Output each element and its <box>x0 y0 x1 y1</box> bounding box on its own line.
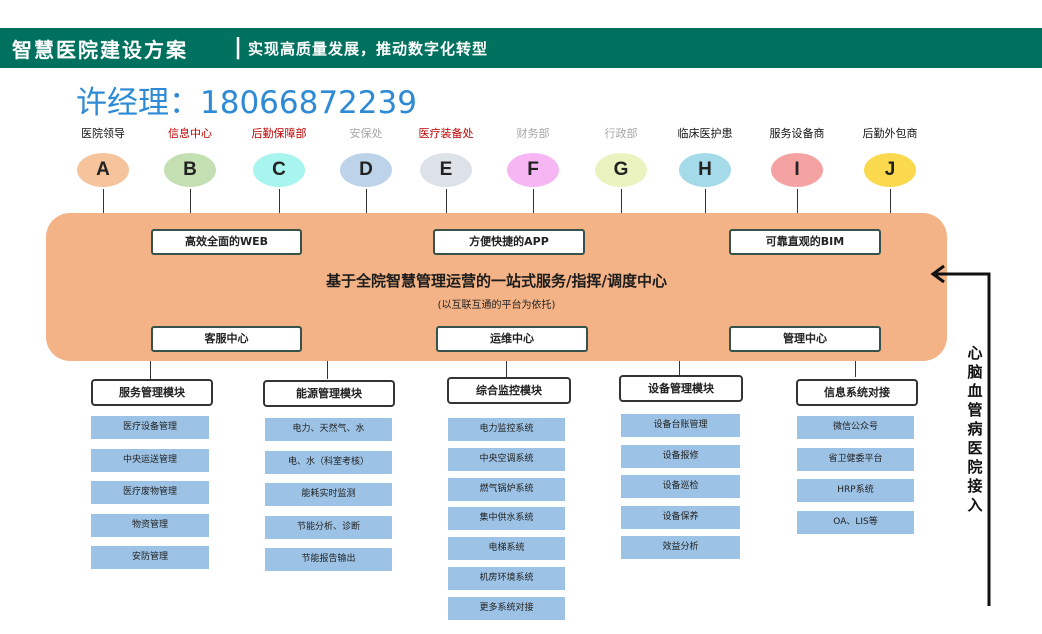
department-connector <box>190 189 191 213</box>
module-item: 物资管理 <box>91 514 209 537</box>
department-connector <box>103 189 104 213</box>
module-item: 设备保养 <box>621 506 740 529</box>
department-badge: I <box>771 153 823 187</box>
module-item: OA、LIS等 <box>797 511 914 534</box>
banner-title: 智慧医院建设方案 <box>12 38 188 62</box>
department-badge: H <box>679 153 731 187</box>
module-header: 信息系统对接 <box>796 379 918 406</box>
module-item: 集中供水系统 <box>448 507 565 530</box>
hub-box-service-center: 客服中心 <box>151 326 302 352</box>
module-item: 安防管理 <box>91 546 209 569</box>
connector-line <box>506 361 507 377</box>
module-item: 机房环境系统 <box>448 567 565 590</box>
module-item: 能耗实时监测 <box>265 483 392 506</box>
department-badge: J <box>864 153 916 187</box>
module-item: HRP系统 <box>797 479 914 502</box>
module-item: 微信公众号 <box>797 416 914 439</box>
module-item: 电力监控系统 <box>448 418 565 441</box>
module-header: 综合监控模块 <box>447 377 571 404</box>
department-badge: C <box>253 153 305 187</box>
department-badge: E <box>420 153 472 187</box>
module-item: 省卫健委平台 <box>797 448 914 471</box>
hub-box-bim: 可靠直观的BIM <box>729 229 881 255</box>
hub-subtitle: (以互联互通的平台为依托) <box>437 300 556 311</box>
module-item: 电力、天然气、水 <box>265 418 392 441</box>
department-badge: B <box>164 153 216 187</box>
module-item: 效益分析 <box>621 536 740 559</box>
department-connector <box>366 189 367 213</box>
module-header: 设备管理模块 <box>619 375 743 402</box>
hub-box-management-center: 管理中心 <box>729 326 881 352</box>
module-header: 服务管理模块 <box>91 379 213 406</box>
banner-subtitle: 实现高质量发展，推动数字化转型 <box>248 40 489 58</box>
department-badge: A <box>77 153 129 187</box>
connector-line <box>679 361 680 375</box>
department-connector <box>446 189 447 213</box>
hub-box-web: 高效全面的WEB <box>151 229 302 255</box>
department-connector <box>533 189 534 213</box>
module-item: 电、水（科室考核） <box>265 451 392 474</box>
department-connector <box>797 189 798 213</box>
module-item: 中央空调系统 <box>448 448 565 471</box>
department-connector <box>279 189 280 213</box>
module-item: 节能分析、诊断 <box>265 516 392 539</box>
module-item: 医疗设备管理 <box>91 416 209 439</box>
hub-box-ops-center: 运维中心 <box>436 326 588 352</box>
connector-line <box>855 361 856 377</box>
module-header: 能源管理模块 <box>263 380 395 407</box>
banner-separator: | <box>234 35 243 60</box>
module-item: 电梯系统 <box>448 537 565 560</box>
module-item: 医疗废物管理 <box>91 481 209 504</box>
department-badge: F <box>507 153 559 187</box>
hub-box-app: 方便快捷的APP <box>433 229 585 255</box>
connector-line <box>327 361 328 379</box>
module-item: 设备巡检 <box>621 475 740 498</box>
connector-line <box>150 361 151 379</box>
module-item: 节能报告输出 <box>265 548 392 571</box>
department-connector <box>890 189 891 213</box>
department-label: 后勤外包商 <box>862 127 918 140</box>
module-item: 设备台账管理 <box>621 414 740 437</box>
module-item: 设备报修 <box>621 445 740 468</box>
hub-title: 基于全院智慧管理运营的一站式服务/指挥/调度中心 <box>326 272 667 290</box>
department-badge: G <box>595 153 647 187</box>
contact-line: 许经理：18066872239 <box>76 85 417 121</box>
department-connector <box>705 189 706 213</box>
department-connector <box>621 189 622 213</box>
module-item: 中央运送管理 <box>91 449 209 472</box>
department-badge: D <box>340 153 392 187</box>
side-label: 心脑血管病医院接入 <box>967 344 983 514</box>
module-item: 更多系统对接 <box>448 597 565 620</box>
module-item: 燃气锅炉系统 <box>448 478 565 501</box>
